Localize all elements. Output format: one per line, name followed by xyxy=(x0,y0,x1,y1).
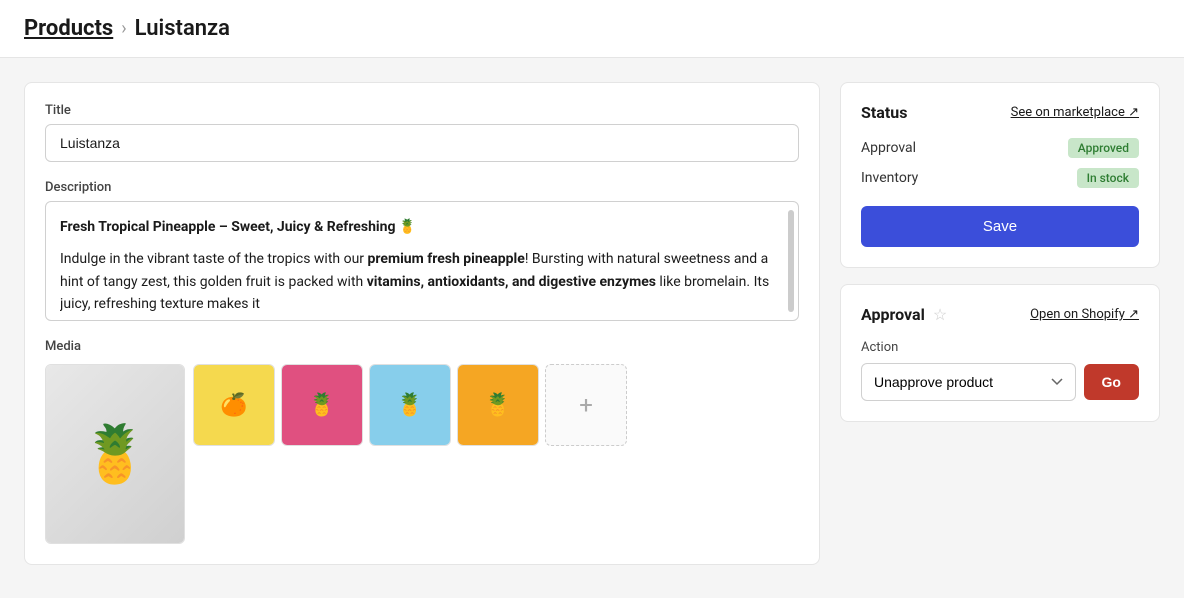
action-label: Action xyxy=(861,340,1139,355)
top-bar: Products › Luistanza xyxy=(0,0,1184,58)
marketplace-link[interactable]: See on marketplace ↗ xyxy=(1011,105,1139,120)
status-card: Status See on marketplace ↗ Approval App… xyxy=(840,82,1160,268)
thumb-4-image: 🍍 xyxy=(458,365,538,445)
star-icon[interactable]: ☆ xyxy=(933,305,947,324)
product-card: Title Description Fresh Tropical Pineapp… xyxy=(24,82,820,565)
right-panel: Status See on marketplace ↗ Approval App… xyxy=(840,82,1160,565)
thumb-3-image: 🍍 xyxy=(370,365,450,445)
action-row: Unapprove product Approve product Archiv… xyxy=(861,363,1139,401)
inventory-badge: In stock xyxy=(1077,168,1139,188)
media-main-image[interactable]: 🍍 xyxy=(45,364,185,544)
save-button[interactable]: Save xyxy=(861,206,1139,247)
approval-row: Approval Approved xyxy=(861,138,1139,158)
go-button[interactable]: Go xyxy=(1084,364,1139,400)
status-header: Status See on marketplace ↗ xyxy=(861,103,1139,122)
thumb-1[interactable]: 🍊 xyxy=(193,364,275,446)
thumb-1-image: 🍊 xyxy=(194,365,274,445)
media-section: Media 🍍 🍊 🍍 xyxy=(45,339,799,544)
status-title: Status xyxy=(861,103,907,122)
breadcrumb-chevron: › xyxy=(121,18,126,39)
action-select[interactable]: Unapprove product Approve product Archiv… xyxy=(861,363,1076,401)
breadcrumb-current: Luistanza xyxy=(135,16,230,41)
approval-badge: Approved xyxy=(1068,138,1139,158)
main-pineapple-image: 🍍 xyxy=(46,365,184,543)
description-first-line: Fresh Tropical Pineapple – Sweet, Juicy … xyxy=(60,216,784,238)
approval-row-label: Approval xyxy=(861,140,916,156)
approval-header: Approval ☆ Open on Shopify ↗ xyxy=(861,305,1139,324)
media-thumbnails: 🍊 🍍 🍍 🍍 + xyxy=(193,364,627,446)
thumb-2-image: 🍍 xyxy=(282,365,362,445)
media-grid: 🍍 🍊 🍍 🍍 xyxy=(45,364,799,544)
approval-title: Approval xyxy=(861,305,925,324)
breadcrumb-products[interactable]: Products xyxy=(24,16,113,41)
thumb-4[interactable]: 🍍 xyxy=(457,364,539,446)
approval-title-row: Approval ☆ xyxy=(861,305,947,324)
title-label: Title xyxy=(45,103,799,118)
scrollbar[interactable] xyxy=(788,210,794,312)
thumb-row-1: 🍊 🍍 🍍 🍍 + xyxy=(193,364,627,446)
shopify-link[interactable]: Open on Shopify ↗ xyxy=(1030,307,1139,322)
thumb-2[interactable]: 🍍 xyxy=(281,364,363,446)
description-body: Indulge in the vibrant taste of the trop… xyxy=(60,248,784,315)
description-label: Description xyxy=(45,180,799,195)
media-label: Media xyxy=(45,339,799,354)
left-panel: Title Description Fresh Tropical Pineapp… xyxy=(24,82,820,565)
title-input[interactable] xyxy=(45,124,799,162)
approval-card: Approval ☆ Open on Shopify ↗ Action Unap… xyxy=(840,284,1160,422)
inventory-row-label: Inventory xyxy=(861,170,918,186)
main-layout: Title Description Fresh Tropical Pineapp… xyxy=(0,58,1184,589)
description-box[interactable]: Fresh Tropical Pineapple – Sweet, Juicy … xyxy=(45,201,799,321)
thumb-3[interactable]: 🍍 xyxy=(369,364,451,446)
inventory-row: Inventory In stock xyxy=(861,168,1139,188)
add-media-button[interactable]: + xyxy=(545,364,627,446)
